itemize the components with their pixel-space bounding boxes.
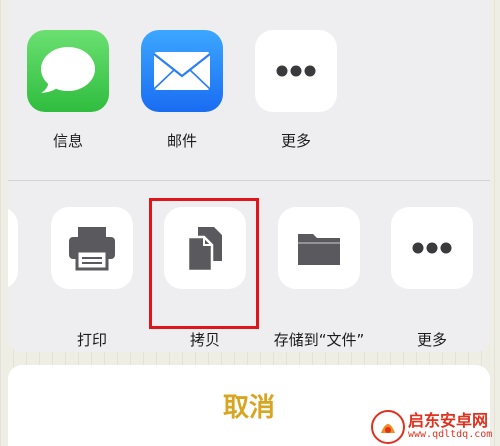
share-apps-row: 信息 邮件 更多 [8, 0, 490, 180]
mail-icon [141, 30, 223, 112]
site-watermark: 启东安卓网 www.qdltdq.com [368, 407, 500, 446]
share-app-label: 邮件 [166, 132, 198, 150]
messages-icon [27, 30, 109, 112]
more-dots-icon [391, 207, 473, 289]
share-sheet: 信息 邮件 更多 打印 拷贝 存储到“文件” 更多 [8, 0, 490, 352]
action-label: 更多 [416, 331, 448, 349]
copy-highlight-box [149, 198, 259, 329]
watermark-url: www.qdltdq.com [408, 429, 493, 440]
action-label: 拷贝 [189, 331, 221, 349]
action-label: 存储到“文件” [273, 331, 365, 349]
share-app-label: 更多 [280, 132, 312, 150]
action-label: 打印 [76, 331, 108, 349]
printer-icon [51, 207, 133, 289]
partial-action-icon [8, 207, 18, 289]
folder-icon [278, 207, 360, 289]
watermark-logo-icon [371, 410, 405, 444]
share-app-label: 信息 [52, 132, 84, 150]
actions-row: 打印 拷贝 存储到“文件” 更多 [8, 181, 490, 352]
more-dots-icon [255, 30, 337, 112]
watermark-title: 启东安卓网 [408, 411, 489, 430]
